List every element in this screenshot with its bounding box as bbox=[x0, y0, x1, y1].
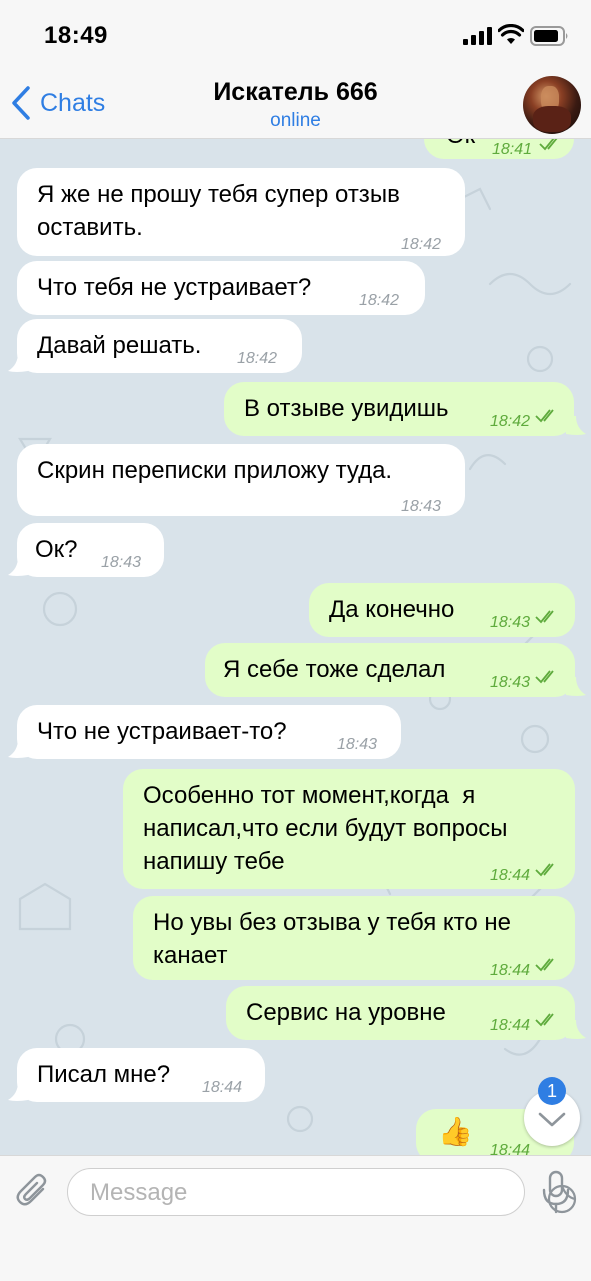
read-check-icon bbox=[535, 610, 554, 624]
bubble-tail bbox=[8, 353, 28, 372]
message-outgoing[interactable]: В отзыве увидишь 18:42 bbox=[224, 382, 574, 436]
message-text: Сервис на уровне bbox=[246, 999, 446, 1026]
message-outgoing[interactable]: Да конечно 18:43 bbox=[309, 583, 575, 637]
chat-header: Chats Искатель 666 online bbox=[0, 72, 591, 139]
bubble-tail bbox=[566, 677, 586, 696]
message-time: 18:43 bbox=[337, 736, 378, 753]
message-time: 18:44 bbox=[490, 962, 531, 979]
message-text: Да конечно bbox=[329, 596, 455, 623]
bubble-tail bbox=[566, 1020, 586, 1039]
message-text: Давай решать. bbox=[37, 332, 202, 359]
read-check-icon bbox=[535, 670, 554, 684]
cellular-signal-icon bbox=[463, 27, 492, 45]
read-check-icon bbox=[535, 863, 554, 877]
message-time: 18:42 bbox=[237, 350, 278, 367]
message-text: Ок bbox=[446, 139, 475, 152]
message-text: Я же не прошу тебя супер отзыв оставить. bbox=[37, 181, 400, 241]
message-time: 18:43 bbox=[490, 674, 531, 691]
message-incoming[interactable]: Ок? 18:43 bbox=[17, 523, 164, 577]
bubble-tail bbox=[8, 1082, 28, 1101]
message-text: Писал мне? bbox=[37, 1061, 171, 1088]
battery-icon bbox=[530, 26, 568, 46]
message-time: 18:42 bbox=[490, 413, 531, 430]
message-text: Что не устраивает-то? bbox=[37, 718, 287, 745]
message-incoming[interactable]: Что не устраивает-то? 18:43 bbox=[17, 705, 401, 759]
message-text: Скрин переписки приложу туда. bbox=[37, 457, 393, 484]
message-text: Особенно тот момент,когда я написал,что … bbox=[143, 782, 508, 875]
message-outgoing[interactable]: Я себе тоже сделал 18:43 bbox=[205, 643, 575, 697]
message-time: 18:43 bbox=[101, 554, 142, 571]
message-text: Я себе тоже сделал bbox=[223, 656, 446, 683]
message-time: 18:43 bbox=[490, 614, 531, 631]
read-check-icon bbox=[539, 139, 558, 151]
message-time: 18:41 bbox=[492, 141, 533, 158]
online-status: online bbox=[270, 110, 321, 131]
message-time: 18:44 bbox=[202, 1079, 243, 1096]
status-time: 18:49 bbox=[44, 22, 108, 49]
message-incoming[interactable]: Писал мне? 18:44 bbox=[17, 1048, 265, 1102]
chat-title[interactable]: Искатель 666 bbox=[0, 78, 591, 107]
chevron-down-icon bbox=[538, 1112, 566, 1127]
message-incoming[interactable]: Что тебя не устраивает? 18:42 bbox=[17, 261, 425, 315]
avatar[interactable] bbox=[523, 76, 581, 134]
message-text: Ок? bbox=[35, 536, 78, 563]
message-time: 18:43 bbox=[401, 498, 442, 515]
message-outgoing[interactable]: Сервис на уровне 18:44 bbox=[226, 986, 575, 1040]
message-text: Но увы без отзыва у тебя кто не канает bbox=[153, 909, 512, 969]
read-check-icon bbox=[535, 409, 554, 423]
message-time: 18:44 bbox=[490, 1017, 531, 1034]
message-outgoing[interactable]: Но увы без отзыва у тебя кто не канает 1… bbox=[133, 896, 575, 980]
message-outgoing[interactable]: Ок 18:41 bbox=[424, 139, 574, 159]
message-time: 18:44 bbox=[490, 867, 531, 884]
bubble-tail bbox=[566, 416, 586, 435]
paperclip-icon[interactable] bbox=[14, 1172, 52, 1210]
read-check-icon bbox=[535, 958, 554, 972]
message-text: Что тебя не устраивает? bbox=[37, 274, 312, 301]
message-time: 18:42 bbox=[401, 236, 442, 253]
status-bar: 18:49 bbox=[0, 0, 591, 72]
message-text: В отзыве увидишь bbox=[244, 395, 449, 422]
message-incoming[interactable]: Скрин переписки приложу туда. 18:43 bbox=[17, 444, 465, 516]
message-input[interactable] bbox=[88, 1175, 472, 1211]
bubble-tail bbox=[8, 557, 28, 576]
message-time: 18:42 bbox=[359, 292, 400, 309]
bubble-tail bbox=[8, 739, 28, 758]
composer-bar bbox=[0, 1155, 591, 1281]
message-incoming[interactable]: Давай решать. 18:42 bbox=[17, 319, 302, 373]
message-list[interactable]: Ок 18:41 Я же не прошу тебя супер отзыв … bbox=[0, 139, 591, 1155]
wifi-icon bbox=[498, 24, 524, 44]
message-input-field[interactable] bbox=[67, 1168, 577, 1216]
unread-count-badge: 1 bbox=[538, 1077, 566, 1105]
thumbs-up-emoji: 👍 bbox=[438, 1116, 473, 1147]
read-check-icon bbox=[535, 1013, 554, 1027]
message-outgoing[interactable]: Особенно тот момент,когда я написал,что … bbox=[123, 769, 575, 889]
message-time: 18:44 bbox=[490, 1142, 531, 1155]
message-incoming[interactable]: Я же не прошу тебя супер отзыв оставить.… bbox=[17, 168, 465, 256]
microphone-icon[interactable] bbox=[540, 1170, 572, 1214]
